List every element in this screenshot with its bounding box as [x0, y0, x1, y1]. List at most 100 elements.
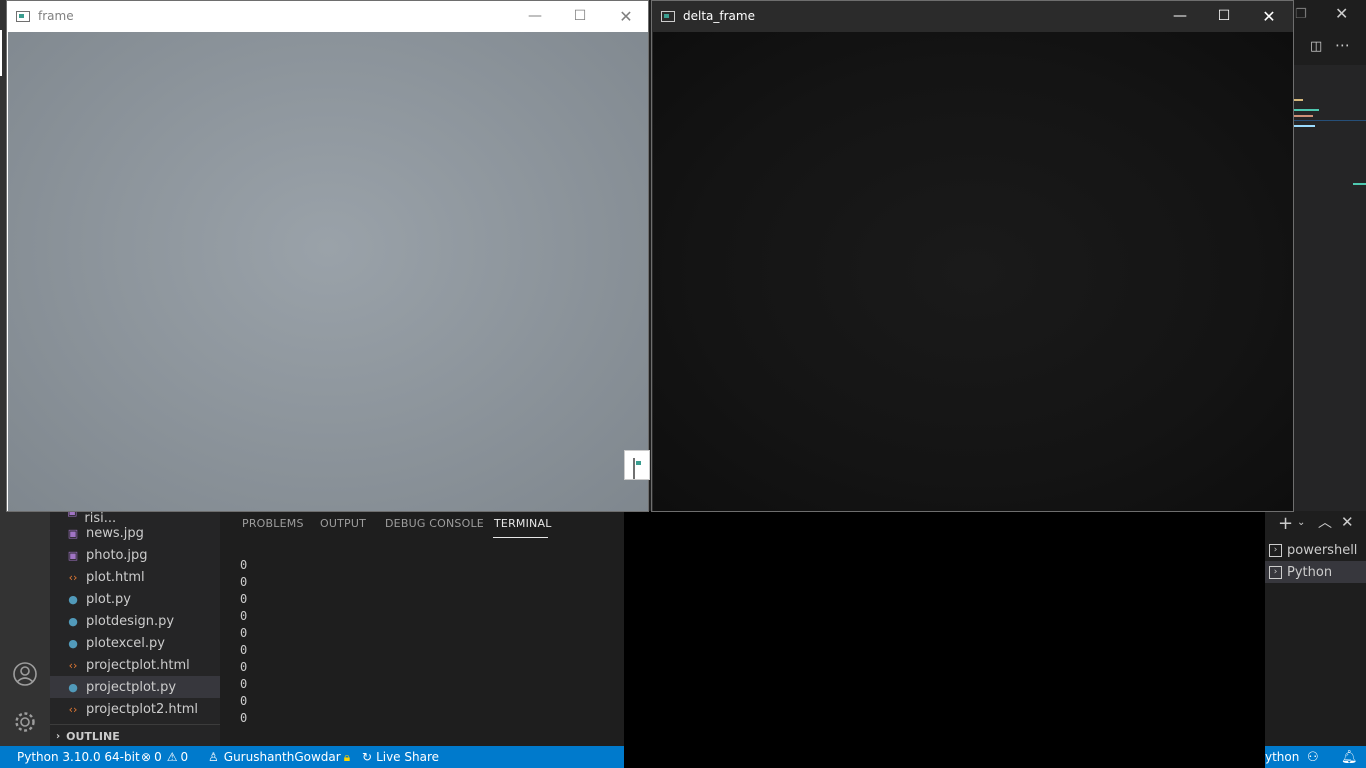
terminal-line: 0 — [240, 592, 248, 606]
python-file-icon: ● — [68, 614, 78, 628]
camera-frame-image — [8, 32, 648, 511]
html-file-icon: ‹› — [68, 658, 78, 672]
file-name: plot.py — [86, 591, 131, 607]
notifications-bell-icon[interactable]: 🔔︎ — [1341, 746, 1358, 768]
terminal-list-sidebar: + ⌄ ︿ ✕ › powershell › Python — [1265, 511, 1366, 746]
chevron-down-icon[interactable]: ⌄ — [1297, 517, 1305, 528]
account-status[interactable]: ♙ GurushanthGowdar 🔒︎ — [208, 746, 350, 768]
window-app-icon — [16, 10, 30, 22]
window-title: frame — [38, 9, 74, 23]
account-icon[interactable] — [0, 650, 50, 698]
file-item[interactable]: ▣ photo.jpg — [50, 544, 220, 566]
warning-count: 0 — [180, 750, 189, 764]
file-name: projectplot.py — [86, 679, 177, 695]
minimap-line — [1293, 115, 1313, 117]
feedback-icon[interactable]: ⚇ — [1307, 746, 1319, 768]
error-count: 0 — [154, 750, 162, 764]
image-file-icon: ▣ — [67, 526, 79, 540]
html-file-icon: ‹› — [68, 570, 78, 584]
minimap[interactable] — [1293, 65, 1366, 511]
terminal-icon: › — [1269, 543, 1282, 557]
maximize-panel-icon[interactable]: ︿ — [1318, 512, 1332, 532]
file-item[interactable]: ● plotexcel.py — [50, 632, 220, 654]
more-actions-icon[interactable]: ⋯ — [1335, 36, 1350, 54]
minimap-line — [1293, 99, 1303, 101]
file-name: news.jpg — [86, 525, 144, 541]
status-bar: Python 3.10.0 64-bit ⊗ 0 ⚠ 0 ♙ Gurushant… — [0, 746, 624, 768]
maximize-icon[interactable]: ☐ — [1201, 1, 1247, 31]
terminal-label: Python — [1287, 564, 1333, 580]
window-app-icon — [661, 10, 675, 22]
file-item[interactable]: ▣ news.jpg — [50, 522, 220, 544]
minimap-line — [1293, 120, 1366, 121]
terminal-line: 0 — [240, 575, 248, 589]
split-editor-icon[interactable]: ◫ — [1310, 39, 1322, 54]
file-item[interactable]: ● plot.py — [50, 588, 220, 610]
lock-icon: 🔒︎ — [343, 749, 351, 764]
tab-output[interactable]: OUTPUT — [320, 517, 366, 530]
python-file-icon: ● — [68, 592, 78, 606]
python-file-icon: ● — [68, 636, 78, 650]
file-item[interactable]: ‹› projectplot2.html — [50, 698, 220, 720]
file-item-selected[interactable]: ● projectplot.py — [50, 676, 220, 698]
minimap-line — [1293, 125, 1315, 127]
minimap-scroll-marker — [1353, 183, 1366, 185]
file-name: projectplot.html — [86, 657, 190, 673]
close-icon[interactable]: ✕ — [603, 1, 649, 31]
tab-debug-console[interactable]: DEBUG CONSOLE — [385, 517, 484, 530]
file-item[interactable]: ● plotdesign.py — [50, 610, 220, 632]
terminal-line: 0 — [240, 558, 248, 572]
close-window-icon[interactable]: ✕ — [1335, 4, 1348, 23]
language-mode-status[interactable]: ython — [1265, 746, 1299, 768]
live-share-label: Live Share — [376, 750, 440, 764]
bottom-panel: PROBLEMS OUTPUT DEBUG CONSOLE TERMINAL 0… — [220, 511, 624, 746]
maximize-icon[interactable]: ☐ — [557, 1, 603, 31]
window-title: delta_frame — [683, 9, 755, 23]
terminal-line: 0 — [240, 660, 248, 674]
file-item[interactable]: ‹› plot.html — [50, 566, 220, 588]
live-share-button[interactable]: ↻ Live Share — [362, 746, 439, 768]
file-name: plotexcel.py — [86, 635, 165, 651]
minimap-line — [1293, 109, 1319, 111]
tab-problems[interactable]: PROBLEMS — [242, 517, 304, 530]
outline-section-header[interactable]: › OUTLINE — [50, 724, 220, 747]
window-app-icon — [633, 458, 635, 479]
warning-icon: ⚠ — [166, 750, 178, 764]
terminal-line: 0 — [240, 711, 248, 725]
terminal-line: 0 — [240, 694, 248, 708]
minimize-icon[interactable]: — — [512, 1, 558, 31]
restore-window-icon[interactable]: ❐ — [1295, 7, 1307, 22]
terminal-line: 0 — [240, 643, 248, 657]
problems-status[interactable]: ⊗ 0 ⚠ 0 — [141, 746, 188, 768]
tab-terminal[interactable]: TERMINAL — [494, 517, 552, 530]
minimize-icon[interactable]: — — [1157, 1, 1203, 31]
terminal-line: 0 — [240, 609, 248, 623]
account-name: GurushanthGowdar — [223, 750, 341, 764]
status-bar-right: ython ⚇ 🔔︎ — [1265, 746, 1366, 768]
git-person-icon: ♙ — [208, 750, 219, 764]
new-terminal-plus-icon[interactable]: + — [1278, 513, 1293, 534]
error-icon: ⊗ — [141, 750, 152, 764]
small-window-fragment[interactable] — [624, 450, 650, 480]
frame-window[interactable]: frame — ☐ ✕ — [6, 0, 649, 512]
file-name: plot.html — [86, 569, 145, 585]
delta-frame-window[interactable]: delta_frame — ☐ ✕ — [651, 0, 1294, 512]
html-file-icon: ‹› — [68, 702, 78, 716]
close-panel-icon[interactable]: ✕ — [1341, 513, 1354, 531]
python-interpreter-status[interactable]: Python 3.10.0 64-bit — [17, 746, 140, 768]
live-share-icon: ↻ — [362, 750, 373, 764]
chevron-right-icon: › — [56, 730, 61, 742]
file-name: projectplot2.html — [86, 701, 199, 717]
settings-gear-icon[interactable] — [0, 698, 50, 746]
outline-label: OUTLINE — [66, 729, 120, 743]
active-tab-underline — [493, 537, 548, 538]
terminal-line: 0 — [240, 626, 248, 640]
file-item[interactable]: ‹› projectplot.html — [50, 654, 220, 676]
close-icon[interactable]: ✕ — [1246, 1, 1292, 31]
active-indicator — [0, 30, 2, 76]
image-file-icon: ▣ — [67, 548, 79, 562]
file-name: photo.jpg — [86, 547, 148, 563]
delta-frame-image — [653, 32, 1293, 511]
terminal-item-powershell[interactable]: › powershell — [1265, 539, 1366, 561]
terminal-item-python[interactable]: › Python — [1265, 561, 1366, 583]
